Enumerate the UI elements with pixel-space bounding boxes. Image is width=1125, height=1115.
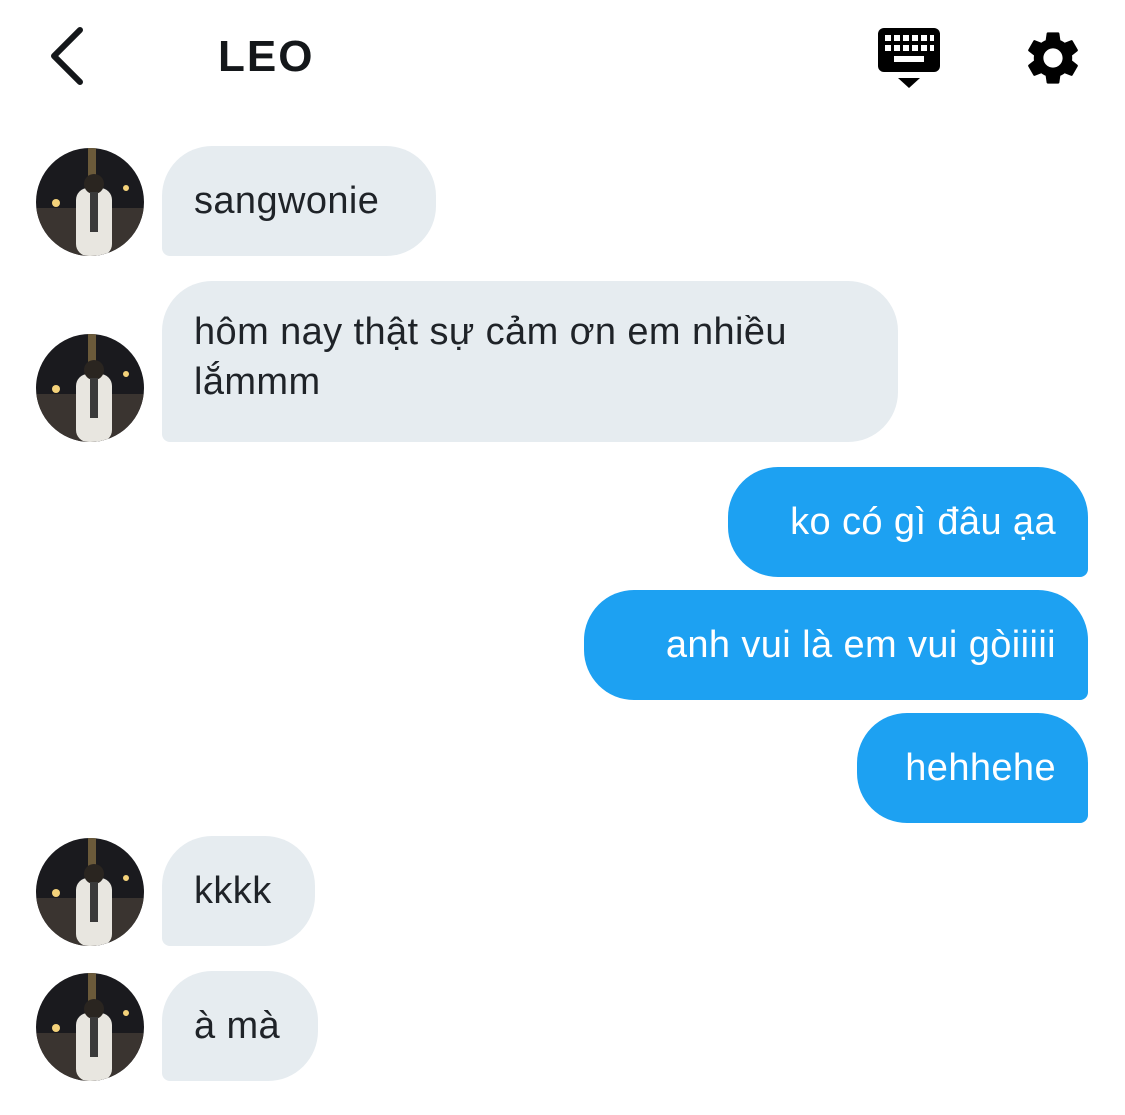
message-bubble-incoming[interactable]: kkkk: [162, 836, 315, 946]
avatar[interactable]: [36, 973, 144, 1081]
message-bubble-incoming[interactable]: sangwonie: [162, 146, 436, 256]
conversation-title: LEO: [218, 32, 315, 81]
chevron-left-icon: [51, 27, 83, 85]
message-bubble-outgoing[interactable]: hehhehe: [857, 713, 1088, 823]
message-bubble-incoming[interactable]: hôm nay thật sự cảm ơn em nhiều lắmmm: [162, 281, 898, 442]
avatar[interactable]: [36, 334, 144, 442]
gear-icon: [1028, 32, 1078, 84]
message-bubble-outgoing[interactable]: anh vui là em vui gòiiiii: [584, 590, 1088, 700]
settings-button[interactable]: [1020, 26, 1086, 90]
back-button[interactable]: [36, 24, 96, 88]
message-bubble-incoming[interactable]: à mà: [162, 971, 318, 1081]
avatar-photo: [36, 838, 144, 946]
avatar-photo: [36, 148, 144, 256]
keyboard-toggle-button[interactable]: [876, 26, 942, 92]
message-bubble-outgoing[interactable]: ko có gì đâu ạa: [728, 467, 1088, 577]
keyboard-hide-icon: [878, 28, 940, 88]
avatar-photo: [36, 334, 144, 442]
avatar[interactable]: [36, 148, 144, 256]
avatar-photo: [36, 973, 144, 1081]
avatar[interactable]: [36, 838, 144, 946]
